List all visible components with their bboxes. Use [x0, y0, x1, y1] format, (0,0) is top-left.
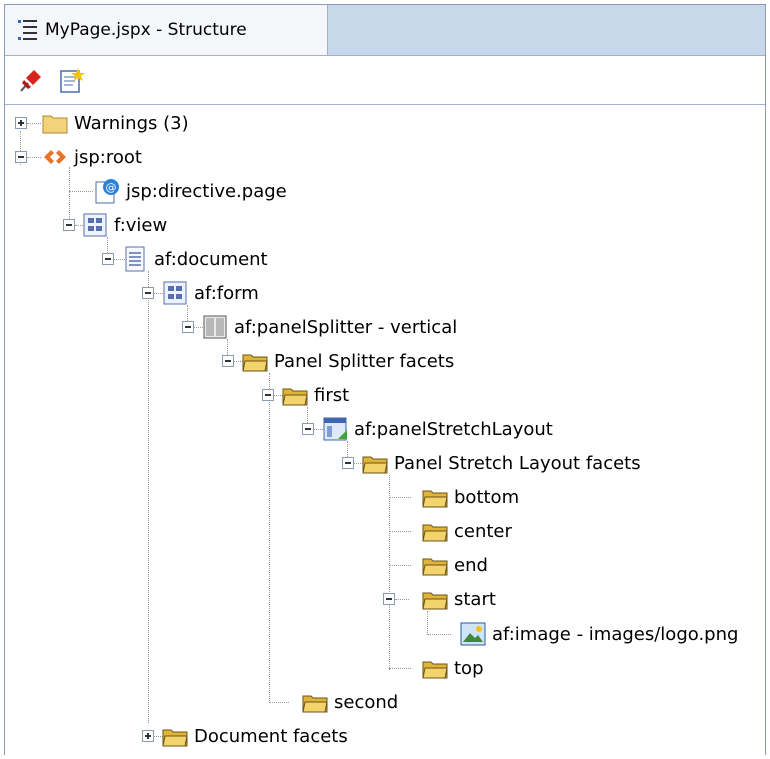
jsp-tag-icon: [44, 150, 66, 164]
pin-icon[interactable]: [15, 66, 45, 96]
node-label: Panel Splitter facets: [274, 350, 455, 372]
facet-folder-icon: [282, 388, 308, 406]
edit-properties-icon[interactable]: [57, 66, 87, 96]
tree-node-second[interactable]: second: [301, 685, 398, 719]
node-label: first: [314, 384, 350, 406]
tree-node-jsp-root[interactable]: jsp:root: [41, 140, 142, 174]
tree-node-center[interactable]: center: [421, 514, 512, 548]
node-label: second: [334, 691, 399, 713]
collapse-toggle[interactable]: [15, 151, 27, 163]
node-label: start: [454, 588, 496, 610]
tree-node-f-view[interactable]: f:view: [81, 208, 167, 242]
tree-node-warnings[interactable]: Warnings (3): [41, 106, 189, 140]
node-label: f:view: [114, 214, 168, 236]
node-label: top: [454, 657, 484, 679]
tree-connector: [269, 702, 289, 703]
tree-connector: [395, 599, 409, 600]
collapse-toggle[interactable]: [182, 321, 194, 333]
facet-folder-icon: [302, 695, 328, 713]
tree-node-start[interactable]: start: [421, 582, 496, 616]
tree-connector: [389, 497, 411, 498]
structure-tree: Warnings (3) jsp:root @ jsp:directive.pa…: [5, 105, 765, 755]
tree-connector: [389, 531, 411, 532]
tree-node-af-panel-splitter[interactable]: af:panelSplitter - vertical: [201, 310, 457, 344]
tree-connector: [389, 668, 411, 669]
facet-folder-icon: [162, 729, 188, 747]
tree-connector: [148, 271, 149, 723]
component-grid-icon: [163, 281, 187, 305]
facet-folder-icon: [422, 558, 448, 576]
node-label: jsp:directive.page: [126, 180, 287, 202]
expand-toggle[interactable]: [142, 730, 154, 742]
tree-node-af-panel-stretch-layout[interactable]: af:panelStretchLayout: [321, 412, 553, 446]
toolbar: [5, 56, 765, 105]
tree-node-document-facets[interactable]: Document facets: [161, 719, 348, 753]
panel-stretch-layout-icon: [323, 417, 347, 441]
svg-text:@: @: [106, 181, 117, 194]
node-label: af:panelStretchLayout: [354, 418, 553, 440]
component-grid-icon: [83, 213, 107, 237]
tree-connector: [389, 475, 390, 670]
document-icon: [125, 246, 145, 272]
facet-folder-icon: [422, 490, 448, 508]
expand-toggle[interactable]: [15, 117, 27, 129]
tree-connector: [27, 157, 41, 158]
node-label: af:image - images/logo.png: [492, 623, 739, 645]
facet-folder-icon: [422, 524, 448, 542]
tree-node-panel-stretch-layout-facets[interactable]: Panel Stretch Layout facets: [361, 446, 641, 480]
tree-connector: [389, 565, 411, 566]
node-label: jsp:root: [74, 146, 142, 168]
tree-node-panel-splitter-facets[interactable]: Panel Splitter facets: [241, 344, 454, 378]
facet-folder-icon: [422, 592, 448, 610]
node-label: Document facets: [194, 725, 348, 747]
panel-splitter-icon: [203, 315, 227, 339]
node-label: af:document: [154, 248, 268, 270]
tree-node-end[interactable]: end: [421, 548, 488, 582]
directive-page-icon: @: [95, 179, 119, 204]
structure-window: MyPage.jspx - Structure Warnings (3) jsp…: [4, 4, 766, 755]
node-label: end: [454, 554, 488, 576]
node-label: Panel Stretch Layout facets: [394, 452, 641, 474]
tree-connector: [269, 373, 270, 703]
collapse-toggle[interactable]: [302, 423, 314, 435]
tree-node-af-document[interactable]: af:document: [121, 242, 268, 276]
image-icon: [460, 622, 486, 646]
collapse-toggle[interactable]: [222, 355, 234, 367]
tree-node-top[interactable]: top: [421, 651, 484, 685]
facet-folder-icon: [362, 456, 388, 474]
node-label: bottom: [454, 486, 520, 508]
collapse-toggle[interactable]: [63, 219, 75, 231]
tab-strip: MyPage.jspx - Structure: [5, 5, 765, 56]
tree-node-af-image[interactable]: af:image - images/logo.png: [459, 617, 738, 651]
node-label: af:form: [194, 282, 259, 304]
facet-folder-icon: [242, 354, 268, 372]
tree-connector: [427, 634, 451, 635]
collapse-toggle[interactable]: [142, 287, 154, 299]
tab-structure[interactable]: MyPage.jspx - Structure: [5, 5, 328, 55]
node-label: center: [454, 520, 512, 542]
tree-node-jsp-directive-page[interactable]: @ jsp:directive.page: [93, 174, 287, 208]
node-label: Warnings (3): [74, 112, 189, 134]
tree-connector: [27, 123, 41, 124]
tab-title: MyPage.jspx - Structure: [45, 20, 247, 40]
collapse-toggle[interactable]: [383, 593, 395, 605]
structure-icon: [18, 20, 37, 40]
folder-icon: [42, 115, 68, 134]
collapse-toggle[interactable]: [262, 389, 274, 401]
tree-node-bottom[interactable]: bottom: [421, 480, 519, 514]
tree-node-af-form[interactable]: af:form: [161, 276, 259, 310]
node-label: af:panelSplitter - vertical: [234, 316, 458, 338]
facet-folder-icon: [422, 661, 448, 679]
tree-node-first[interactable]: first: [281, 378, 349, 412]
tree-connector: [69, 191, 93, 192]
collapse-toggle[interactable]: [342, 457, 354, 469]
collapse-toggle[interactable]: [102, 253, 114, 265]
tree-connector: [69, 167, 70, 223]
